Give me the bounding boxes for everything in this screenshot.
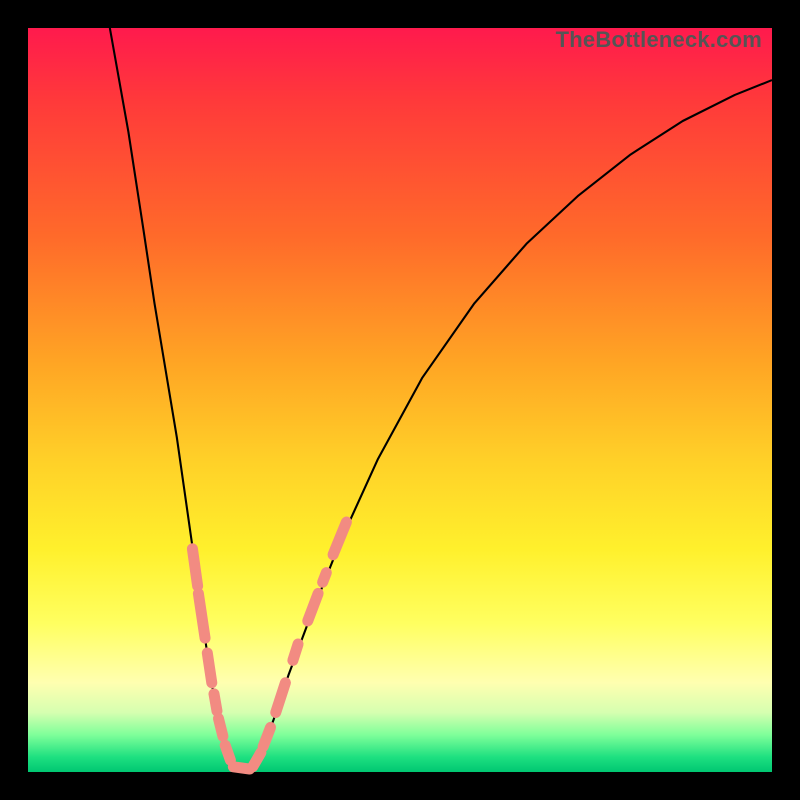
highlight-seg-1 xyxy=(198,593,205,638)
highlight-seg-0 xyxy=(192,549,197,586)
highlight-seg-3 xyxy=(214,694,217,711)
highlight-seg-13 xyxy=(333,522,346,555)
highlight-seg-10 xyxy=(293,644,298,660)
highlight-seg-12 xyxy=(323,573,327,583)
highlight-seg-4 xyxy=(218,718,222,736)
chart-frame: TheBottleneck.com xyxy=(0,0,800,800)
curve-left-branch xyxy=(110,28,233,767)
highlight-seg-11 xyxy=(308,593,318,621)
curve-layer xyxy=(28,28,772,772)
highlight-seg-9 xyxy=(276,683,286,713)
curve-right-branch xyxy=(255,80,772,767)
highlight-seg-2 xyxy=(207,653,211,683)
plot-area: TheBottleneck.com xyxy=(28,28,772,772)
highlight-seg-5 xyxy=(225,745,230,760)
highlight-seg-8 xyxy=(263,727,270,746)
highlight-overlay xyxy=(192,522,346,769)
highlight-seg-7 xyxy=(253,753,261,767)
